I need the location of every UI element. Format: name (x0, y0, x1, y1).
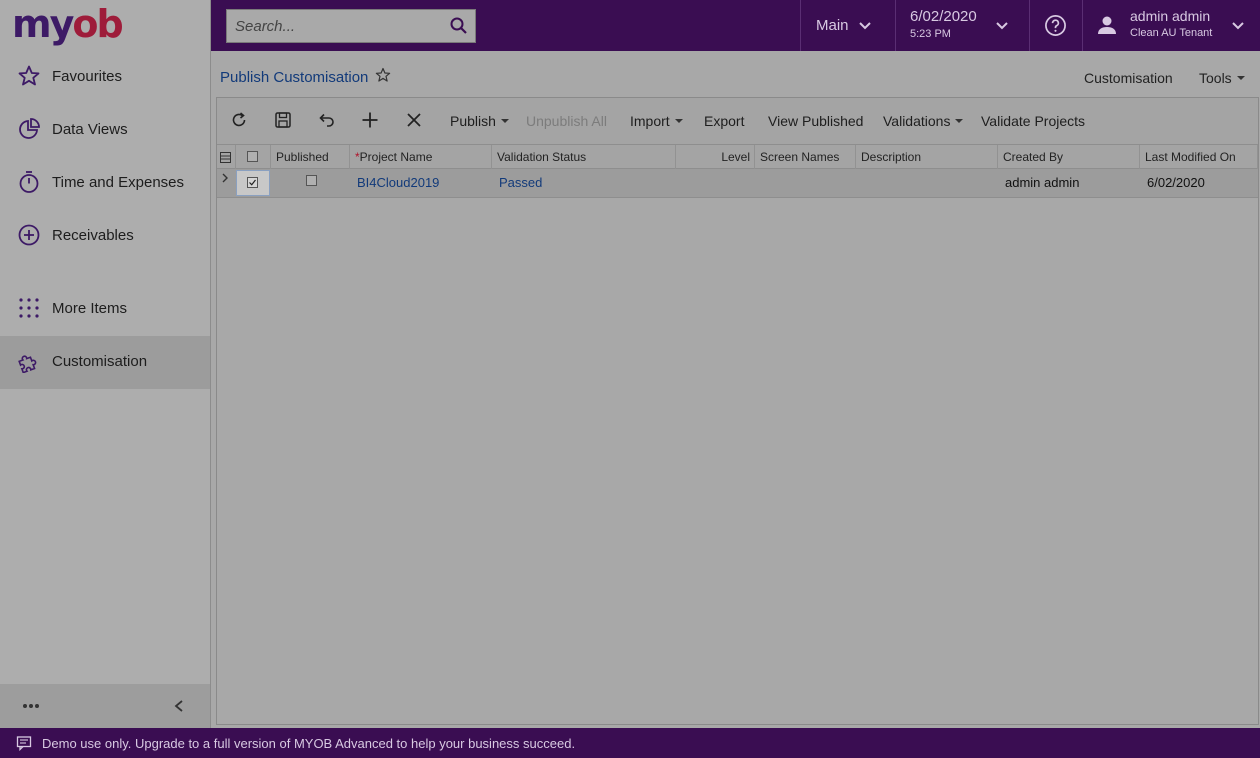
sidebar-item-time-and-expenses[interactable]: Time and Expenses (0, 157, 210, 210)
search-box (226, 9, 476, 43)
chevron-down-icon (859, 22, 871, 30)
import-button[interactable]: Import (630, 113, 683, 129)
undo-icon[interactable] (315, 109, 337, 131)
column-settings-icon (220, 152, 231, 163)
table-row[interactable]: BI4Cloud2019 Passed admin admin 6/02/202… (217, 169, 1258, 198)
demo-banner: Demo use only. Upgrade to a full version… (0, 728, 1260, 758)
help-button[interactable] (1030, 0, 1082, 51)
publish-label: Publish (450, 113, 496, 129)
grid-dots-icon (19, 298, 39, 318)
project-name-link[interactable]: BI4Cloud2019 (351, 169, 439, 197)
export-button[interactable]: Export (704, 113, 744, 129)
grid-header: Published *Project Name Validation Statu… (217, 144, 1258, 169)
puzzle-icon (18, 355, 37, 373)
logo-text-my: my (12, 2, 74, 46)
page-title[interactable]: Publish Customisation (220, 69, 368, 86)
search-icon[interactable] (449, 16, 469, 36)
column-header-last-modified-on[interactable]: Last Modified On (1140, 145, 1258, 169)
customisation-link[interactable]: Customisation (1084, 70, 1173, 86)
main-menu-button[interactable]: Main (801, 0, 895, 51)
column-header-level[interactable]: Level (676, 145, 755, 169)
demo-message: Demo use only. Upgrade to a full version… (42, 736, 576, 751)
sidebar-item-data-views[interactable]: Data Views (0, 104, 210, 157)
sidebar-item-label: Customisation (52, 353, 148, 370)
column-header-screen-names[interactable]: Screen Names (755, 145, 856, 169)
import-label: Import (630, 113, 670, 129)
checkmark-icon (249, 179, 256, 186)
collapse-sidebar-icon[interactable] (172, 699, 186, 713)
help-icon (1045, 15, 1066, 36)
save-icon[interactable] (272, 109, 294, 131)
sidebar-item-label: More Items (52, 300, 128, 317)
user-icon (1098, 16, 1116, 34)
stopwatch-icon (19, 171, 39, 193)
tenant-name: Clean AU Tenant (1130, 27, 1213, 39)
caret-down-icon (500, 119, 509, 123)
user-menu-button[interactable]: admin admin Clean AU Tenant (1083, 0, 1260, 51)
column-header-published[interactable]: Published (271, 145, 350, 169)
sidebar-item-label: Receivables (52, 227, 134, 244)
favourite-star-icon[interactable] (375, 67, 391, 83)
delete-icon[interactable] (403, 109, 425, 131)
row-select-checkbox[interactable] (247, 177, 258, 188)
column-header-project-name[interactable]: *Project Name (350, 145, 492, 169)
user-name: admin admin (1130, 8, 1211, 24)
caret-down-icon (674, 119, 683, 123)
business-date: 6/02/2020 (910, 8, 977, 25)
chevron-down-icon (996, 22, 1008, 30)
pie-chart-icon (19, 118, 40, 139)
select-all-header (236, 145, 271, 169)
sidebar-item-favourites[interactable]: Favourites (0, 51, 210, 104)
last-modified-cell: 6/02/2020 (1147, 175, 1205, 190)
top-bar: myob Main 6/02/2020 5:23 PM admin admin … (0, 0, 1260, 51)
unpublish-all-button[interactable]: Unpublish All (526, 113, 607, 129)
logo-text-ob: ob (72, 2, 123, 46)
more-options-icon[interactable] (22, 703, 40, 709)
view-published-button[interactable]: View Published (768, 113, 863, 129)
sidebar: Favourites Data Views Time and Expenses … (0, 51, 211, 728)
business-date-button[interactable]: 6/02/2020 5:23 PM (896, 0, 1029, 51)
published-checkbox[interactable] (306, 175, 317, 186)
publish-button[interactable]: Publish (450, 113, 509, 129)
grid-panel: Publish Unpublish All Import Export View… (216, 97, 1259, 725)
sidebar-item-label: Time and Expenses (52, 174, 185, 191)
main-menu-label: Main (816, 17, 849, 34)
validation-status-link[interactable]: Passed (493, 169, 542, 197)
column-header-validation-status[interactable]: Validation Status (492, 145, 676, 169)
logo-area: myob (0, 0, 211, 51)
sidebar-item-label: Favourites (52, 68, 123, 85)
validations-label: Validations (883, 113, 951, 129)
column-header-description[interactable]: Description (856, 145, 998, 169)
column-header-label: Project Name (359, 150, 433, 164)
expand-row-icon[interactable] (221, 172, 230, 184)
caret-down-icon (955, 119, 964, 123)
validate-projects-button[interactable]: Validate Projects (981, 113, 1085, 129)
sidebar-item-customisation[interactable]: Customisation (0, 336, 210, 389)
search-input[interactable] (227, 10, 447, 42)
sidebar-item-label: Data Views (52, 121, 128, 138)
sidebar-item-more-items[interactable]: More Items (0, 283, 210, 336)
sidebar-footer (0, 684, 210, 728)
column-header-created-by[interactable]: Created By (998, 145, 1140, 169)
created-by-cell: admin admin (1005, 175, 1080, 190)
grid-toolbar: Publish Unpublish All Import Export View… (217, 98, 1258, 144)
validations-button[interactable]: Validations (883, 113, 964, 129)
add-icon[interactable] (359, 109, 381, 131)
sidebar-item-receivables[interactable]: Receivables (0, 210, 210, 263)
tools-menu[interactable]: Tools (1199, 70, 1245, 86)
caret-down-icon (1236, 76, 1245, 80)
main-content: Publish Customisation Customisation Tool… (211, 51, 1260, 728)
tools-label: Tools (1199, 70, 1232, 86)
star-icon (18, 65, 40, 86)
message-icon (16, 736, 32, 751)
row-selected-cell (236, 170, 270, 196)
chevron-down-icon (1232, 22, 1244, 30)
business-time: 5:23 PM (910, 28, 951, 40)
select-all-checkbox[interactable] (247, 151, 258, 162)
plus-circle-icon (18, 224, 40, 246)
myob-logo[interactable]: myob (12, 2, 124, 46)
refresh-icon[interactable] (228, 109, 250, 131)
column-chooser-cell[interactable] (217, 145, 236, 169)
